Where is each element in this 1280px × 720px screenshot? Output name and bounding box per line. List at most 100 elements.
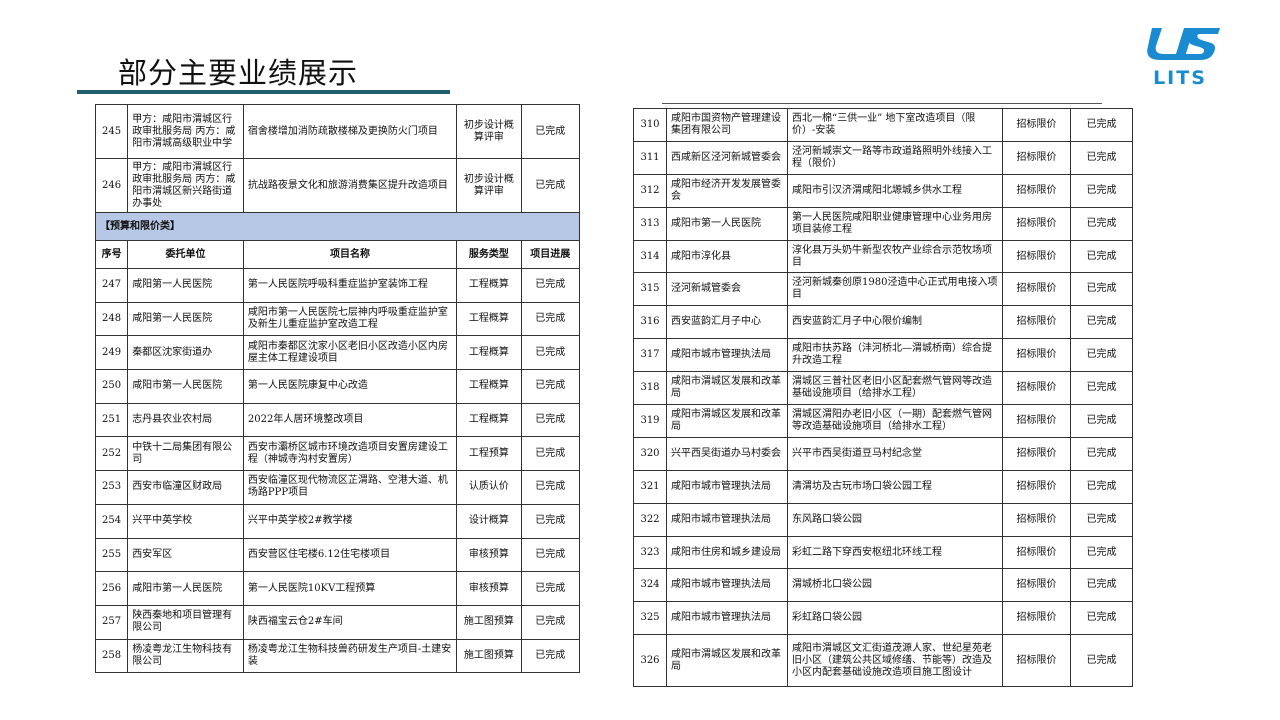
cell-no: 245 [94, 104, 129, 159]
cell-status: 已完成 [520, 369, 581, 404]
table-row: 324 咸阳市城市管理执法局 渭城桥北口袋公园 招标限价 已完成 [633, 568, 1133, 603]
cell-no: 324 [633, 568, 667, 603]
cell-no: 254 [94, 503, 129, 539]
cell-status: 已完成 [520, 104, 581, 159]
cell-service: 招标限价 [1002, 206, 1071, 241]
cell-project: 陕西福宝云仓2#车间 [242, 604, 458, 640]
cell-project: 西北一棉“三供一业” 地下室改造项目（限价）-安装 [787, 108, 1003, 142]
cell-project: 清渭坊及古玩市场口袋公园工程 [787, 469, 1003, 504]
cell-unit: 兴平西吴街道办马村委会 [666, 436, 788, 471]
cell-no: 258 [94, 638, 129, 674]
cell-project: 西安临潼区现代物流区芷渭路、空港大道、机场路PPP项目 [242, 470, 458, 505]
cell-unit: 咸阳市第一人民医院 [127, 369, 244, 404]
cell-unit: 咸阳市淳化县 [666, 239, 788, 274]
right-body: 310 咸阳市国资物产管理建设集团有限公司 西北一棉“三供一业” 地下室改造项目（限… [633, 108, 1133, 688]
table-row: 321 咸阳市城市管理执法局 清渭坊及古玩市场口袋公园工程 招标限价 已完成 [633, 469, 1133, 504]
cell-status: 已完成 [1070, 272, 1133, 307]
cell-no: 248 [94, 301, 129, 337]
col-header-no: 序号 [94, 240, 129, 269]
cell-project: 渭城桥北口袋公园 [787, 568, 1003, 603]
col-header-status: 项目进展 [520, 240, 581, 269]
cell-status: 已完成 [520, 436, 581, 472]
table-row: 320 兴平西吴街道办马村委会 兴平市西吴街道豆马村纪念堂 招标限价 已完成 [633, 436, 1133, 471]
cell-project: 杨凌粤龙江生物科技兽药研发生产项目-土建安装 [242, 638, 458, 674]
table-row: 317 咸阳市城市管理执法局 咸阳市扶苏路（沣河桥北—渭城桥南）综合提升改造工程 招标… [633, 338, 1133, 373]
table-row: 326 咸阳市渭城区发展和改革局 咸阳市渭城区文汇街道茂源人家、世纪星苑老旧小区（建… [633, 634, 1133, 688]
cell-service: 设计概算 [456, 503, 522, 539]
cell-status: 已完成 [1070, 436, 1133, 471]
cell-unit: 杨凌粤龙江生物科技有限公司 [127, 638, 244, 674]
cell-project: 咸阳市引汉济渭咸阳北塬城乡供水工程 [787, 173, 1003, 208]
left-body: 247 咸阳第一人民医院 第一人民医院呼吸科重症监护室装饰工程 工程概算 已完成 248 咸… [94, 268, 581, 674]
right-table: 310 咸阳市国资物产管理建设集团有限公司 西北一棉“三供一业” 地下室改造项目（限… [633, 108, 1133, 688]
cell-service: 工程概算 [456, 402, 522, 438]
section-row: 【预算和限价类】 [95, 212, 580, 241]
cell-status: 已完成 [520, 503, 581, 539]
table-row: 251 志丹县农业农村局 2022年人居环境整改项目 工程概算 已完成 [94, 402, 581, 438]
cell-unit: 泾河新城管委会 [666, 272, 788, 307]
cell-no: 326 [633, 634, 667, 688]
cell-status: 已完成 [520, 158, 581, 213]
cell-unit: 咸阳市城市管理执法局 [666, 568, 788, 603]
cell-project: 抗战路夜景文化和旅游消费集区提升改造项目 [242, 158, 458, 213]
cell-service: 招标限价 [1002, 634, 1071, 688]
cell-status: 已完成 [1070, 568, 1133, 603]
table-row: 257 陕西秦地和项目管理有限公司 陕西福宝云仓2#车间 施工图预算 已完成 [94, 604, 581, 640]
table-row: 246 甲方：咸阳市渭城区行政审批服务局 丙方：咸阳市渭城区新兴路街道办事处 抗战路… [94, 158, 581, 213]
left-top-body: 245 甲方：咸阳市渭城区行政审批服务局 丙方：咸阳市渭城高级职业中学 宿舍楼增加消… [94, 104, 581, 213]
cell-unit: 中铁十二局集团有限公司 [127, 436, 244, 472]
cell-project: 宿舍楼增加消防疏散楼梯及更换防火门项目 [242, 104, 458, 159]
cell-no: 321 [633, 469, 667, 504]
cell-unit: 咸阳市经济开发发展管委会 [666, 173, 788, 208]
cell-no: 313 [633, 206, 667, 241]
cell-service: 招标限价 [1002, 108, 1071, 142]
cell-status: 已完成 [1070, 535, 1133, 570]
cell-project: 彩虹路口袋公园 [787, 601, 1003, 636]
cell-status: 已完成 [1070, 140, 1133, 175]
cell-no: 315 [633, 272, 667, 307]
cell-no: 322 [633, 502, 667, 537]
table-row: 245 甲方：咸阳市渭城区行政审批服务局 丙方：咸阳市渭城高级职业中学 宿舍楼增加消… [94, 104, 581, 159]
cell-project: 泾河新城秦创原1980泾造中心正式用电接入项目 [787, 272, 1003, 307]
table-row: 314 咸阳市淳化县 淳化县万头奶牛新型农牧产业综合示范牧场项目 招标限价 已完成 [633, 239, 1133, 274]
cell-no: 320 [633, 436, 667, 471]
cell-project: 西安蓝韵汇月子中心限价编制 [787, 305, 1003, 340]
cell-unit: 咸阳第一人民医院 [127, 268, 244, 303]
cell-service: 招标限价 [1002, 469, 1071, 504]
cell-unit: 咸阳市第一人民医院 [127, 571, 244, 606]
cell-service: 招标限价 [1002, 535, 1071, 570]
cell-no: 247 [94, 268, 129, 303]
cell-service: 招标限价 [1002, 239, 1071, 274]
lits-logo: LITS [1147, 28, 1220, 88]
cell-project: 咸阳市秦都区沈家小区老旧小区改造小区内房屋主体工程建设项目 [242, 335, 458, 371]
cell-project: 西安营区住宅楼6.12住宅楼项目 [242, 537, 458, 573]
cell-project: 第一人民医院10KV工程预算 [242, 571, 458, 606]
cell-service: 工程概算 [456, 369, 522, 404]
cell-service: 招标限价 [1002, 140, 1071, 175]
table-row: 254 兴平中英学校 兴平中英学校2#教学楼 设计概算 已完成 [94, 503, 581, 539]
table-row: 323 咸阳市住房和城乡建设局 彩虹二路下穿西安枢纽北环线工程 招标限价 已完成 [633, 535, 1133, 570]
cell-project: 泾河新城崇文一路等市政道路照明外线接入工程（限价） [787, 140, 1003, 175]
cell-unit: 西安军区 [127, 537, 244, 573]
cell-status: 已完成 [520, 638, 581, 674]
cell-status: 已完成 [1070, 338, 1133, 373]
table-row: 319 咸阳市渭城区发展和改革局 渭城区渭阳办老旧小区（一期）配套燃气管网等改造基础… [633, 404, 1133, 438]
cell-service: 工程概算 [456, 268, 522, 303]
cell-project: 2022年人居环境整改项目 [242, 402, 458, 438]
table-row: 318 咸阳市渭城区发展和改革局 渭城区三普社区老旧小区配套燃气管网等改造基础设施项… [633, 371, 1133, 406]
cell-service: 认质认价 [456, 470, 522, 505]
cell-status: 已完成 [1070, 469, 1133, 504]
cell-unit: 西安市临潼区财政局 [127, 470, 244, 505]
table-row: 255 西安军区 西安营区住宅楼6.12住宅楼项目 审核预算 已完成 [94, 537, 581, 573]
cell-service: 施工图预算 [456, 604, 522, 640]
cell-status: 已完成 [520, 301, 581, 337]
cell-service: 招标限价 [1002, 272, 1071, 307]
cell-no: 253 [94, 470, 129, 505]
cell-unit: 咸阳市城市管理执法局 [666, 502, 788, 537]
table-row: 253 西安市临潼区财政局 西安临潼区现代物流区芷渭路、空港大道、机场路PPP项目认… [94, 470, 581, 505]
table-row: 249 秦都区沈家街道办 咸阳市秦都区沈家小区老旧小区改造小区内房屋主体工程建设项目… [94, 335, 581, 371]
logo-text: LITS [1153, 67, 1207, 88]
cell-unit: 西安蓝韵汇月子中心 [666, 305, 788, 340]
cell-service: 工程预算 [456, 436, 522, 472]
cell-service: 工程概算 [456, 335, 522, 371]
